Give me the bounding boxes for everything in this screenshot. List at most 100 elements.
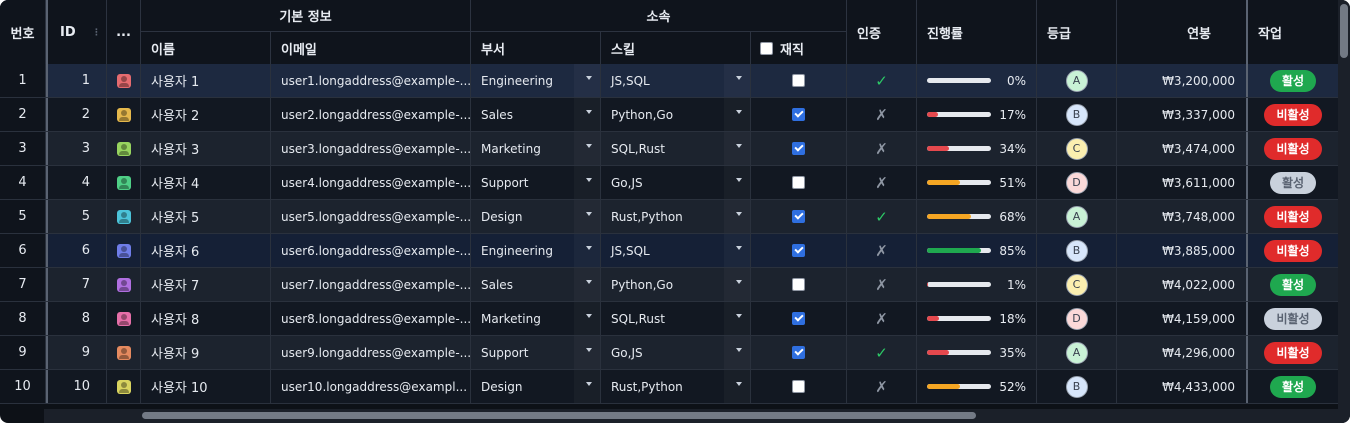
header-email[interactable]: 이메일 [271,32,471,64]
skills-select[interactable]: Go,JS [601,336,751,369]
avatar-cell[interactable] [107,64,141,97]
table-row[interactable]: 4 4 사용자 4 user4.longaddress@example-... Supp… [0,166,1338,200]
header-department[interactable]: 부서 [471,32,601,64]
status-toggle-button[interactable]: 비활성 [1264,137,1322,160]
table-row[interactable]: 7 7 사용자 7 user7.longaddress@example-... Sale… [0,268,1338,302]
status-toggle-button[interactable]: 비활성 [1264,341,1322,364]
department-select[interactable]: Sales [471,98,601,131]
employed-checkbox[interactable] [792,142,805,155]
employed-checkbox[interactable] [792,380,805,393]
id-cell[interactable]: 8 [46,302,107,335]
header-name[interactable]: 이름 [141,32,271,64]
department-select[interactable]: Marketing [471,302,601,335]
department-select[interactable]: Support [471,336,601,369]
avatar-cell[interactable] [107,166,141,199]
skills-select[interactable]: Python,Go [601,98,751,131]
table-row[interactable]: 2 2 사용자 2 user2.longaddress@example-... Sale… [0,98,1338,132]
header-employed[interactable]: 재직 [751,32,847,64]
employed-checkbox[interactable] [792,108,805,121]
skills-select[interactable]: SQL,Rust [601,132,751,165]
avatar-cell[interactable] [107,370,141,403]
header-salary[interactable]: 연봉 [1117,0,1248,64]
name-cell[interactable]: 사용자 6 [141,234,271,267]
column-menu-icon[interactable]: ⋮ [92,28,101,38]
table-row[interactable]: 1 1 사용자 1 user1.longaddress@example-... Engi… [0,64,1338,98]
employed-checkbox[interactable] [792,278,805,291]
salary-cell[interactable]: ₩3,885,000 [1117,234,1248,267]
name-cell[interactable]: 사용자 8 [141,302,271,335]
salary-cell[interactable]: ₩4,022,000 [1117,268,1248,301]
avatar-cell[interactable] [107,200,141,233]
horizontal-scrollbar-thumb[interactable] [142,412,976,419]
skills-select[interactable]: SQL,Rust [601,302,751,335]
employed-checkbox[interactable] [792,312,805,325]
vertical-scrollbar-thumb[interactable] [1340,4,1348,58]
name-cell[interactable]: 사용자 1 [141,64,271,97]
email-cell[interactable]: user9.longaddress@example-... [271,336,471,369]
status-toggle-button[interactable]: 비활성 [1264,103,1322,126]
avatar-cell[interactable] [107,132,141,165]
select-all-employed-checkbox[interactable] [760,41,773,55]
department-select[interactable]: Support [471,166,601,199]
department-select[interactable]: Engineering [471,234,601,267]
header-skills[interactable]: 스킬 [601,32,751,64]
status-toggle-button[interactable]: 비활성 [1264,307,1322,330]
table-row[interactable]: 9 9 사용자 9 user9.longaddress@example-... Supp… [0,336,1338,370]
table-row[interactable]: 8 8 사용자 8 user8.longaddress@example-... Mark… [0,302,1338,336]
avatar-cell[interactable] [107,234,141,267]
status-toggle-button[interactable]: 비활성 [1264,239,1322,262]
header-avatar[interactable]: ... [107,0,141,64]
id-cell[interactable]: 4 [46,166,107,199]
header-grade[interactable]: 등급 [1037,0,1117,64]
header-row-number[interactable]: 번호 [0,0,46,64]
email-cell[interactable]: user1.longaddress@example-... [271,64,471,97]
name-cell[interactable]: 사용자 9 [141,336,271,369]
department-select[interactable]: Marketing [471,132,601,165]
email-cell[interactable]: user8.longaddress@example-... [271,302,471,335]
email-cell[interactable]: user2.longaddress@example-... [271,98,471,131]
avatar-cell[interactable] [107,268,141,301]
id-cell[interactable]: 2 [46,98,107,131]
email-cell[interactable]: user4.longaddress@example-... [271,166,471,199]
name-cell[interactable]: 사용자 2 [141,98,271,131]
avatar-cell[interactable] [107,98,141,131]
table-row[interactable]: 6 6 사용자 6 user6.longaddress@example-... Engi… [0,234,1338,268]
table-row[interactable]: 5 5 사용자 5 user5.longaddress@example-... Desi… [0,200,1338,234]
status-toggle-button[interactable]: 비활성 [1264,205,1322,228]
id-cell[interactable]: 6 [46,234,107,267]
salary-cell[interactable]: ₩3,337,000 [1117,98,1248,131]
salary-cell[interactable]: ₩3,474,000 [1117,132,1248,165]
header-id[interactable]: ID ⋮ [46,0,107,64]
salary-cell[interactable]: ₩4,433,000 [1117,370,1248,403]
employed-checkbox[interactable] [792,346,805,359]
email-cell[interactable]: user10.longaddress@exampl... [271,370,471,403]
header-progress[interactable]: 진행률 [917,0,1037,64]
email-cell[interactable]: user6.longaddress@example-... [271,234,471,267]
employed-checkbox[interactable] [792,176,805,189]
skills-select[interactable]: Go,JS [601,166,751,199]
avatar-cell[interactable] [107,302,141,335]
name-cell[interactable]: 사용자 5 [141,200,271,233]
id-cell[interactable]: 9 [46,336,107,369]
id-cell[interactable]: 3 [46,132,107,165]
header-verified[interactable]: 인증 [847,0,917,64]
avatar-cell[interactable] [107,336,141,369]
name-cell[interactable]: 사용자 3 [141,132,271,165]
status-toggle-button[interactable]: 활성 [1269,375,1317,398]
skills-select[interactable]: Python,Go [601,268,751,301]
email-cell[interactable]: user3.longaddress@example-... [271,132,471,165]
skills-select[interactable]: Rust,Python [601,370,751,403]
name-cell[interactable]: 사용자 4 [141,166,271,199]
table-row[interactable]: 3 3 사용자 3 user3.longaddress@example-... Mark… [0,132,1338,166]
department-select[interactable]: Design [471,370,601,403]
header-actions[interactable]: 작업 [1248,0,1338,64]
skills-select[interactable]: JS,SQL [601,234,751,267]
salary-cell[interactable]: ₩3,748,000 [1117,200,1248,233]
vertical-scrollbar[interactable] [1338,0,1350,409]
id-cell[interactable]: 7 [46,268,107,301]
skills-select[interactable]: JS,SQL [601,64,751,97]
status-toggle-button[interactable]: 활성 [1269,171,1317,194]
email-cell[interactable]: user5.longaddress@example-... [271,200,471,233]
id-cell[interactable]: 1 [46,64,107,97]
name-cell[interactable]: 사용자 10 [141,370,271,403]
